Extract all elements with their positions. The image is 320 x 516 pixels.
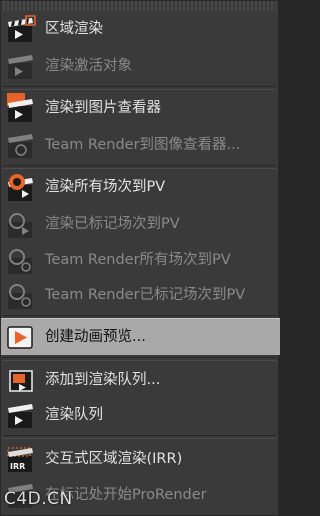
- menu-item-label: 渲染到图片查看器: [45, 100, 161, 116]
- tear-off-handle[interactable]: [3, 1, 276, 11]
- menu-item-team-render-to-picture-viewer: Team Render到图像查看器...: [1, 127, 280, 164]
- team-render-viewer-icon: [5, 130, 37, 161]
- menu-item-render-to-picture-viewer[interactable]: 渲染到图片查看器: [1, 90, 280, 127]
- menu-item-render-region[interactable]: 区域渲染: [1, 11, 280, 48]
- menu-item-label: 渲染所有场次到PV: [45, 179, 166, 195]
- make-preview-play-icon: [5, 322, 37, 353]
- menu-item-interactive-render-region[interactable]: IRR 交互式区域渲染(IRR): [1, 441, 280, 478]
- svg-text:IRR: IRR: [10, 462, 25, 471]
- menu-item-team-render-all-takes: Team Render所有场次到PV: [1, 242, 280, 279]
- clapperboard-object-icon: [5, 51, 37, 82]
- interactive-region-render-icon: IRR: [5, 444, 37, 475]
- menu-item-label: 渲染已标记场次到PV: [45, 216, 180, 232]
- menu-item-label: 交互式区域渲染(IRR): [45, 451, 183, 467]
- menu-item-make-preview[interactable]: 创建动画预览...: [1, 318, 280, 355]
- menu-item-label: 渲染激活对象: [45, 58, 132, 74]
- team-render-all-takes-icon: [5, 245, 37, 276]
- watermark-text: C4D.CN: [4, 489, 73, 509]
- add-to-render-queue-icon: [5, 365, 37, 396]
- menu-item-render-queue[interactable]: 渲染队列: [1, 397, 280, 434]
- render-marked-takes-icon: [5, 209, 37, 240]
- menu-item-add-to-render-queue[interactable]: 添加到渲染队列...: [1, 362, 280, 399]
- menu-item-label: Team Render到图像查看器...: [45, 137, 241, 153]
- render-menu: 区域渲染 渲染激活对象 渲染到图片查看器 Team Render到图像查看器..…: [0, 0, 280, 516]
- menu-item-render-marked-takes: 渲染已标记场次到PV: [1, 206, 280, 243]
- clapperboard-picture-viewer-icon: [5, 93, 37, 124]
- menu-item-render-active-objects: 渲染激活对象: [1, 48, 280, 85]
- menu-item-render-all-takes[interactable]: 渲染所有场次到PV: [1, 169, 280, 206]
- render-queue-icon: [5, 400, 37, 431]
- menu-item-label: Team Render所有场次到PV: [45, 252, 231, 268]
- menu-item-team-render-marked-takes: Team Render已标记场次到PV: [1, 277, 280, 314]
- menu-item-label: 渲染队列: [45, 407, 103, 423]
- clapperboard-region-icon: [5, 14, 37, 45]
- menu-separator: [3, 435, 276, 439]
- menu-item-label: 区域渲染: [45, 21, 103, 37]
- menu-item-label: 添加到渲染队列...: [45, 372, 161, 388]
- team-render-marked-takes-icon: [5, 280, 37, 311]
- render-all-takes-icon: [5, 172, 37, 203]
- menu-separator: [3, 357, 276, 361]
- menu-item-label: Team Render已标记场次到PV: [45, 287, 246, 303]
- menu-item-label: 创建动画预览...: [45, 329, 146, 345]
